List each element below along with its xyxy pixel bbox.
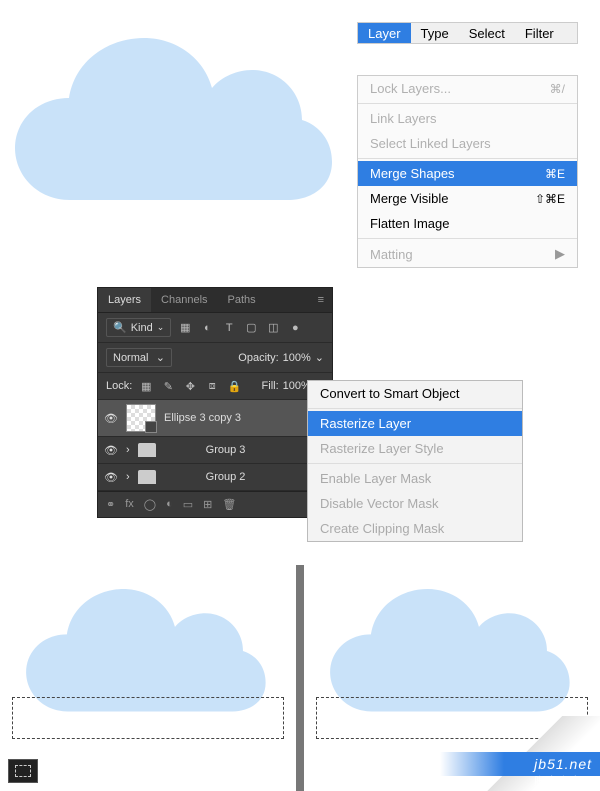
ctx-convert-smart-object[interactable]: Convert to Smart Object xyxy=(308,381,522,406)
fill-label: Fill: xyxy=(262,380,279,392)
lock-brush-icon[interactable]: ✎ xyxy=(160,378,176,394)
layer-dropdown: Lock Layers...⌘/ Link Layers Select Link… xyxy=(357,75,578,268)
menu-link-layers: Link Layers xyxy=(358,106,577,131)
visibility-icon[interactable]: 👁 xyxy=(104,412,118,425)
mask-icon[interactable]: ◯ xyxy=(144,498,156,511)
tab-paths[interactable]: Paths xyxy=(218,288,266,312)
ctx-enable-layer-mask: Enable Layer Mask xyxy=(308,466,522,491)
filter-adjust-icon[interactable]: ◐ xyxy=(199,320,215,336)
visibility-icon[interactable]: 👁 xyxy=(104,444,118,457)
new-layer-icon[interactable]: ⊞ xyxy=(203,498,212,511)
app-menubar: Layer Type Select Filter xyxy=(357,22,578,44)
link-layers-icon[interactable]: ⚭ xyxy=(106,498,115,511)
filter-pixel-icon[interactable]: ▦ xyxy=(177,320,193,336)
filter-shape-icon[interactable]: ▢ xyxy=(243,320,259,336)
filter-smart-icon[interactable]: ◫ xyxy=(265,320,281,336)
layer-name: Group 3 xyxy=(206,444,246,456)
disclosure-icon[interactable]: › xyxy=(126,471,130,483)
ctx-rasterize-layer[interactable]: Rasterize Layer xyxy=(308,411,522,436)
menu-merge-shapes[interactable]: Merge Shapes⌘E xyxy=(358,161,577,186)
visibility-icon[interactable]: 👁 xyxy=(104,471,118,484)
ctx-rasterize-style: Rasterize Layer Style xyxy=(308,436,522,461)
tab-channels[interactable]: Channels xyxy=(151,288,217,312)
fx-icon[interactable]: fx xyxy=(125,498,134,511)
lock-artboard-icon[interactable]: ⧈ xyxy=(204,378,220,394)
menu-type[interactable]: Type xyxy=(411,23,459,43)
menu-select[interactable]: Select xyxy=(459,23,515,43)
layer-group-2[interactable]: 👁 › Group 2 xyxy=(98,464,332,491)
ctx-disable-vector-mask: Disable Vector Mask xyxy=(308,491,522,516)
trash-icon[interactable]: 🗑 xyxy=(222,498,236,511)
layer-ellipse-3-copy-3[interactable]: 👁 Ellipse 3 copy 3 xyxy=(98,400,332,437)
ctx-create-clipping-mask: Create Clipping Mask xyxy=(308,516,522,541)
folder-icon xyxy=(138,443,156,457)
menu-matting: Matting▶ xyxy=(358,241,577,267)
folder-icon xyxy=(138,470,156,484)
menu-filter[interactable]: Filter xyxy=(515,23,564,43)
group-icon[interactable]: ▭ xyxy=(183,498,193,511)
layer-context-menu: Convert to Smart Object Rasterize Layer … xyxy=(307,380,523,542)
layer-name: Ellipse 3 copy 3 xyxy=(164,412,241,424)
menu-layer[interactable]: Layer xyxy=(358,23,411,43)
opacity-value[interactable]: 100% xyxy=(283,352,311,364)
lock-transparency-icon[interactable]: ▦ xyxy=(138,378,154,394)
layer-group-3[interactable]: 👁 › Group 3 xyxy=(98,437,332,464)
filter-kind[interactable]: 🔍Kind⌄ xyxy=(106,318,171,337)
layers-panel: Layers Channels Paths ≡ 🔍Kind⌄ ▦ ◐ T ▢ ◫… xyxy=(97,287,333,518)
opacity-label: Opacity: xyxy=(238,352,278,364)
panel-menu-icon[interactable]: ≡ xyxy=(310,288,332,312)
menu-merge-visible[interactable]: Merge Visible⇧⌘E xyxy=(358,186,577,211)
tab-layers[interactable]: Layers xyxy=(98,288,151,312)
menu-lock-layers: Lock Layers...⌘/ xyxy=(358,76,577,101)
layer-name: Group 2 xyxy=(206,471,246,483)
filter-type-icon[interactable]: T xyxy=(221,320,237,336)
menu-select-linked: Select Linked Layers xyxy=(358,131,577,156)
artboard-left xyxy=(0,565,296,791)
filter-toggle-icon[interactable]: ● xyxy=(287,320,303,336)
adjustment-icon[interactable]: ◐ xyxy=(166,498,173,511)
cloud-illustration xyxy=(10,30,340,210)
blend-mode-select[interactable]: Normal⌄ xyxy=(106,348,172,367)
marquee-selection xyxy=(12,697,284,739)
disclosure-icon[interactable]: › xyxy=(126,444,130,456)
watermark: jb51.net 脚本之家 xyxy=(534,756,592,789)
menu-flatten[interactable]: Flatten Image xyxy=(358,211,577,236)
lock-all-icon[interactable]: 🔒 xyxy=(226,378,242,394)
layer-thumbnail[interactable] xyxy=(126,404,156,432)
lock-label: Lock: xyxy=(106,380,132,392)
submenu-arrow-icon: ▶ xyxy=(555,246,565,262)
lock-position-icon[interactable]: ✥ xyxy=(182,378,198,394)
rectangular-marquee-tool[interactable] xyxy=(8,759,38,783)
